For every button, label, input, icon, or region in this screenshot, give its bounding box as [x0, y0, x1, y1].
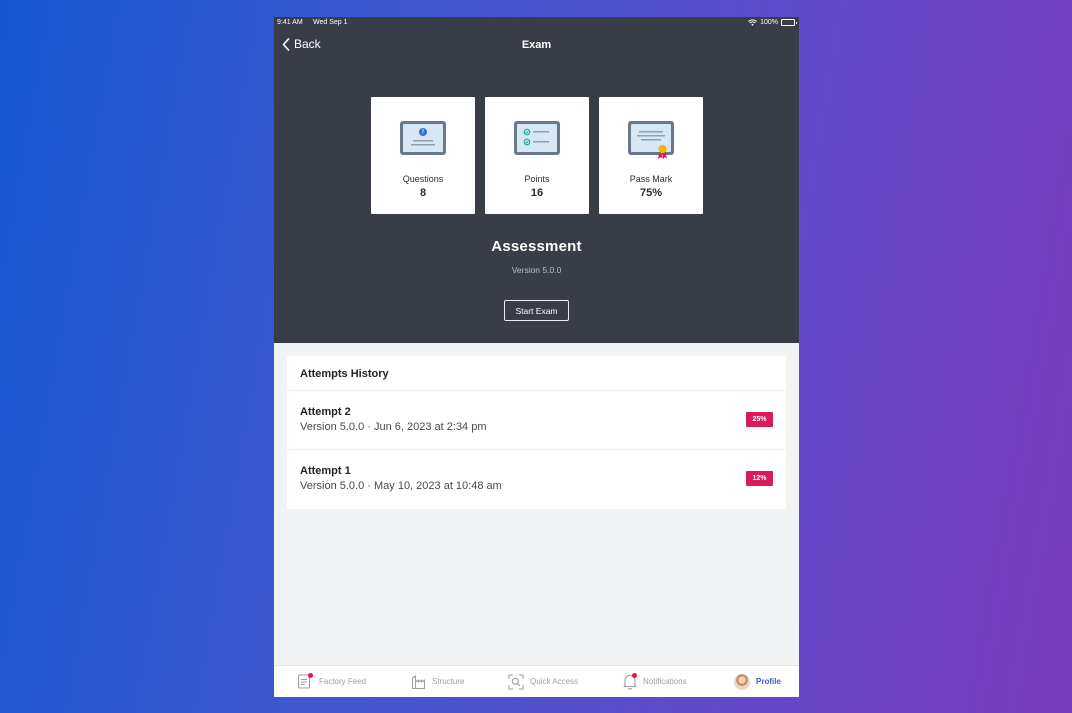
tab-factory-feed[interactable]: Factory Feed: [297, 666, 366, 697]
wifi-icon: [748, 19, 757, 26]
avatar: [734, 673, 750, 690]
status-date: Wed Sep 1: [313, 19, 348, 26]
stat-value: 8: [419, 187, 427, 199]
stat-value: 16: [530, 187, 544, 199]
score-badge: 25%: [746, 412, 773, 427]
tab-label: Quick Access: [530, 677, 579, 686]
stat-card-questions: ? Questions 8: [371, 97, 475, 214]
tab-notifications[interactable]: Notifications: [623, 666, 687, 697]
exam-version: Version 5.0.0: [511, 265, 562, 275]
stat-card-pass-mark: Pass Mark 75%: [599, 97, 703, 214]
tab-label: Structure: [432, 677, 465, 686]
stat-label: Points: [524, 174, 550, 184]
ipad-screen: 9:41 AM Wed Sep 1 100% Back Exam ? Quest…: [274, 17, 799, 697]
exam-header: 9:41 AM Wed Sep 1 100% Back Exam ? Quest…: [274, 17, 799, 343]
exam-title: Assessment: [491, 238, 582, 255]
attempt-title: Attempt 2: [300, 406, 351, 418]
attempts-history: Attempts History Attempt 2 Version 5.0.0…: [287, 356, 786, 509]
battery-icon: [781, 19, 797, 26]
tab-quick-access[interactable]: Quick Access: [508, 666, 578, 697]
attempt-row[interactable]: Attempt 1 Version 5.0.0 · May 10, 2023 a…: [287, 450, 786, 509]
status-time: 9:41 AM: [277, 19, 303, 26]
tab-bar: Factory Feed Structure Quick Access Noti…: [274, 665, 799, 697]
exam-stats: ? Questions 8 Points 16 Pass Mark 75%: [371, 97, 703, 214]
stat-label: Questions: [402, 174, 444, 184]
scan-icon: [508, 673, 524, 690]
navigation-bar: Back Exam: [274, 33, 799, 59]
start-exam-button[interactable]: Start Exam: [504, 300, 569, 321]
tab-profile[interactable]: Profile: [734, 666, 781, 697]
score-badge: 12%: [746, 471, 773, 486]
attempt-title: Attempt 1: [300, 465, 351, 477]
attempt-meta: Version 5.0.0 · Jun 6, 2023 at 2:34 pm: [300, 421, 487, 433]
tab-label: Factory Feed: [319, 677, 367, 686]
page-title: Exam: [521, 39, 552, 51]
attempt-meta: Version 5.0.0 · May 10, 2023 at 10:48 am: [300, 480, 502, 492]
stat-value: 75%: [639, 187, 663, 199]
status-indicators: 100%: [748, 19, 797, 26]
structure-icon: [411, 674, 426, 690]
svg-text:?: ?: [421, 129, 424, 136]
feed-icon: [297, 673, 313, 690]
stat-label: Pass Mark: [629, 174, 673, 184]
attempts-history-title: Attempts History: [287, 356, 786, 391]
status-bar: 9:41 AM Wed Sep 1 100%: [274, 17, 799, 31]
tab-structure[interactable]: Structure: [411, 666, 464, 697]
bell-icon: [623, 673, 637, 690]
checklist-tablet-icon: [513, 120, 561, 160]
tab-label: Notifications: [643, 677, 687, 686]
attempt-row[interactable]: Attempt 2 Version 5.0.0 · Jun 6, 2023 at…: [287, 391, 786, 450]
question-tablet-icon: ?: [399, 120, 447, 160]
certificate-icon: [627, 120, 675, 160]
battery-percent: 100%: [760, 19, 778, 26]
tab-label: Profile: [756, 677, 781, 686]
stat-card-points: Points 16: [485, 97, 589, 214]
